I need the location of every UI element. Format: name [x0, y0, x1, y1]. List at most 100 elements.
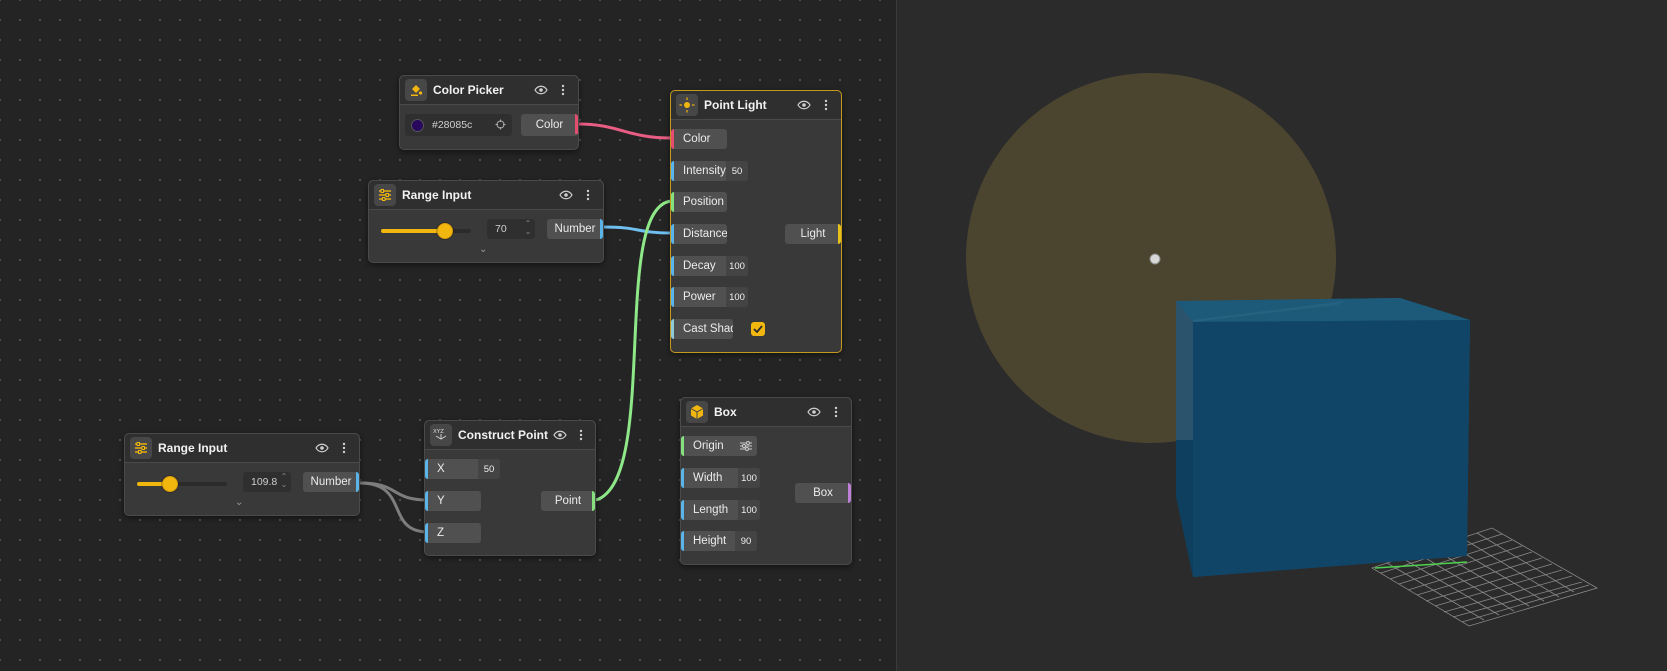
wire-number-to-y[interactable] — [359, 481, 429, 502]
cast-shadow-checkbox[interactable] — [751, 322, 765, 336]
sliders-icon — [374, 184, 396, 206]
node-header[interactable]: Range Input — [125, 434, 359, 463]
range-slider-thumb[interactable] — [437, 223, 453, 239]
port-value[interactable]: 90 — [735, 531, 757, 551]
node-title: Point Light — [704, 98, 767, 112]
range-value: 70 — [495, 223, 507, 235]
color-hex-value: #28085c — [432, 119, 473, 131]
length-input-port[interactable]: Length 100 — [681, 500, 760, 520]
port-value[interactable]: 100 — [726, 287, 748, 307]
cube-icon — [686, 401, 708, 423]
3d-scene — [966, 73, 1599, 627]
color-picker-node[interactable]: Color Picker #28085c Color — [399, 75, 579, 150]
eye-icon[interactable] — [556, 185, 576, 205]
wire-color-to-light[interactable] — [577, 122, 673, 140]
kebab-menu-icon[interactable] — [334, 438, 354, 458]
range-slider-thumb[interactable] — [161, 476, 178, 492]
paint-bucket-icon — [405, 79, 427, 101]
range-input-node-top[interactable]: Range Input 70 ⌃ ⌄ Number ⌄ — [368, 180, 604, 263]
eye-icon[interactable] — [531, 80, 551, 100]
port-label: Y — [437, 495, 445, 507]
position-input-port[interactable]: Position — [671, 192, 727, 212]
port-label: Light — [800, 228, 826, 240]
number-output-port[interactable]: Number — [547, 219, 603, 239]
port-value[interactable]: 50 — [478, 459, 500, 479]
range-value: 109.8 — [251, 476, 278, 488]
power-input-port[interactable]: Power 100 — [671, 287, 748, 307]
node-header[interactable]: Point Light — [671, 91, 841, 120]
distance-input-port[interactable]: Distance — [671, 224, 727, 244]
port-label: Position — [683, 196, 724, 208]
port-value[interactable]: 50 — [726, 161, 748, 181]
point-light-gizmo[interactable] — [1149, 253, 1161, 265]
port-label: Number — [554, 223, 596, 235]
3d-viewport[interactable] — [897, 0, 1667, 671]
color-hex-field[interactable]: #28085c — [405, 114, 512, 136]
kebab-menu-icon[interactable] — [578, 185, 598, 205]
eye-icon[interactable] — [794, 95, 814, 115]
port-label: Decay — [683, 260, 716, 272]
box-node[interactable]: Box Origin Width 100 Length 100 Height 9… — [680, 397, 852, 565]
z-input-port[interactable]: Z — [425, 523, 481, 543]
cast-shadow-input-port[interactable]: Cast Shad... — [671, 319, 733, 339]
eye-icon[interactable] — [804, 402, 824, 422]
sliders-small-icon[interactable] — [740, 441, 752, 454]
color-output-port[interactable]: Color — [521, 114, 578, 136]
height-input-port[interactable]: Height 90 — [681, 531, 757, 551]
kebab-menu-icon[interactable] — [826, 402, 846, 422]
wire-range-to-distance[interactable] — [603, 225, 673, 235]
range-number-input[interactable]: 70 ⌃ ⌄ — [487, 219, 535, 239]
eye-icon[interactable] — [550, 425, 569, 445]
port-label: Length — [693, 504, 729, 516]
port-label: Distance — [683, 228, 727, 240]
node-header[interactable]: Box — [681, 398, 851, 427]
y-input-port[interactable]: Y — [425, 491, 481, 511]
kebab-menu-icon[interactable] — [571, 425, 590, 445]
point-output-port[interactable]: Point — [541, 491, 595, 511]
node-title: Range Input — [158, 441, 228, 455]
point-light-node[interactable]: Point Light Color Intensity 50 Position … — [670, 90, 842, 353]
expand-chevron-icon[interactable]: ⌄ — [235, 497, 243, 508]
node-title: Range Input — [402, 188, 472, 202]
box-output-port[interactable]: Box — [795, 483, 851, 503]
port-label: Box — [813, 487, 833, 499]
port-label: Height — [693, 535, 727, 547]
range-number-input[interactable]: 109.8 ⌃ ⌄ — [243, 472, 291, 492]
x-input-port[interactable]: X 50 — [425, 459, 500, 479]
port-label: Width — [693, 472, 723, 484]
kebab-menu-icon[interactable] — [553, 80, 573, 100]
port-label: Intensity — [683, 165, 726, 177]
port-value[interactable]: 100 — [726, 256, 748, 276]
node-header[interactable]: Color Picker — [400, 76, 578, 105]
range-input-node-bottom[interactable]: Range Input 109.8 ⌃ ⌄ Number ⌄ — [124, 433, 360, 516]
eye-icon[interactable] — [312, 438, 332, 458]
node-title: Color Picker — [433, 83, 504, 97]
spin-buttons[interactable]: ⌃ ⌄ — [279, 473, 289, 491]
wire-point-to-position[interactable] — [595, 199, 673, 502]
port-label: Point — [554, 495, 582, 507]
node-title: Construct Point — [458, 428, 548, 442]
expand-chevron-icon[interactable]: ⌄ — [479, 244, 487, 255]
port-label: Origin — [693, 440, 724, 452]
decay-input-port[interactable]: Decay 100 — [671, 256, 748, 276]
port-label: Color — [683, 133, 711, 145]
port-label: Z — [437, 527, 445, 539]
construct-point-node[interactable]: XYZ Construct Point X 50 Y Z Point — [424, 420, 596, 556]
kebab-menu-icon[interactable] — [816, 95, 836, 115]
port-value[interactable]: 100 — [738, 468, 760, 488]
intensity-input-port[interactable]: Intensity 50 — [671, 161, 748, 181]
width-input-port[interactable]: Width 100 — [681, 468, 760, 488]
port-label: Power — [683, 291, 716, 303]
origin-input-port[interactable]: Origin — [681, 436, 757, 456]
light-output-port[interactable]: Light — [785, 224, 841, 244]
spin-buttons[interactable]: ⌃ ⌄ — [523, 220, 533, 238]
color-input-port[interactable]: Color — [671, 129, 727, 149]
number-output-port[interactable]: Number — [303, 472, 359, 492]
wire-number-to-z[interactable] — [359, 481, 429, 534]
eyedropper-icon[interactable] — [495, 119, 506, 133]
color-swatch[interactable] — [411, 118, 424, 132]
node-header[interactable]: Range Input — [369, 181, 603, 210]
node-editor-canvas[interactable]: Color Picker #28085c Color Range Input 7… — [0, 0, 896, 671]
port-value[interactable]: 100 — [738, 500, 760, 520]
node-header[interactable]: XYZ Construct Point — [425, 421, 595, 450]
